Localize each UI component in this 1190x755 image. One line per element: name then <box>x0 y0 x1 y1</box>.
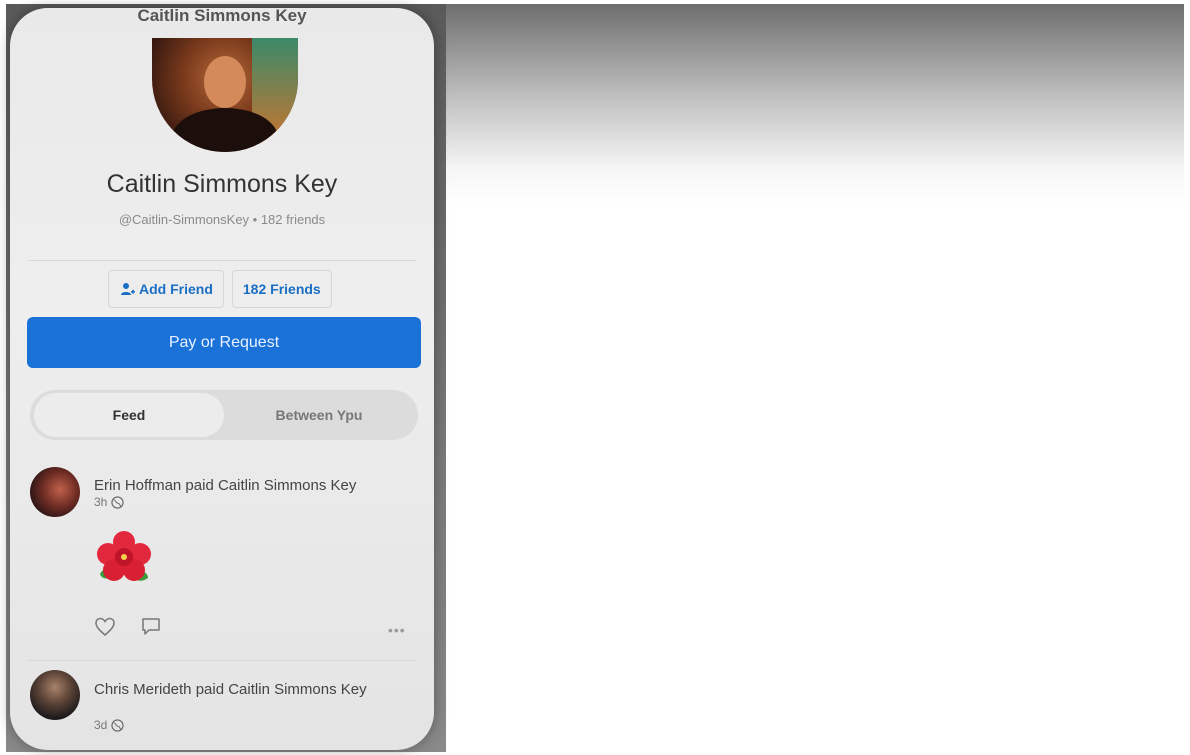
friends-count-label: 182 Friends <box>242 281 321 297</box>
profile-handle: @Caitlin-SimmonsKey • 182 friends <box>118 212 326 227</box>
more-options-icon[interactable]: ••• <box>388 622 406 638</box>
feed-avatar[interactable] <box>30 670 80 720</box>
header-title: Caitlin Simmons Key <box>137 8 307 25</box>
divider <box>28 660 416 661</box>
globe-icon <box>111 718 124 732</box>
tab-bar: Feed Between Ypu <box>30 390 418 440</box>
profile-name: Caitlin Simmons Key <box>106 170 338 198</box>
comment-icon[interactable] <box>140 616 162 638</box>
profile-avatar[interactable] <box>152 38 298 152</box>
tab-between-you-label: Between Ypu <box>275 407 363 423</box>
tab-between-you[interactable]: Between Ypu <box>224 393 414 437</box>
feed-item-text: Chris Merideth paid Caitlin Simmons Key <box>94 681 367 698</box>
add-friend-label: Add Friend <box>139 281 213 297</box>
hibiscus-flower-icon <box>97 531 151 581</box>
friends-count-button[interactable]: 182 Friends <box>231 270 332 308</box>
feed-item-meta: 3h <box>94 495 124 509</box>
globe-icon <box>111 495 124 509</box>
feed-avatar[interactable] <box>30 467 80 517</box>
pay-or-request-label: Pay or Request <box>168 333 280 351</box>
divider <box>28 260 416 261</box>
pay-or-request-button[interactable]: Pay or Request <box>27 317 421 368</box>
add-friend-button[interactable]: Add Friend <box>108 270 224 308</box>
feed-item-text: Erin Hoffman paid Caitlin Simmons Key <box>94 477 357 494</box>
tab-feed[interactable]: Feed <box>34 393 224 437</box>
phone-screen: Caitlin Simmons Key Caitlin Simmons Key … <box>10 8 434 750</box>
feed-item-meta: 3d <box>94 718 124 732</box>
feed-item-time: 3h <box>94 495 108 509</box>
like-heart-icon[interactable] <box>94 616 116 638</box>
profile-actions: Add Friend 182 Friends <box>108 270 332 308</box>
tab-feed-label: Feed <box>112 407 146 423</box>
feed-item-time: 3d <box>94 718 108 732</box>
add-person-icon <box>121 283 135 295</box>
